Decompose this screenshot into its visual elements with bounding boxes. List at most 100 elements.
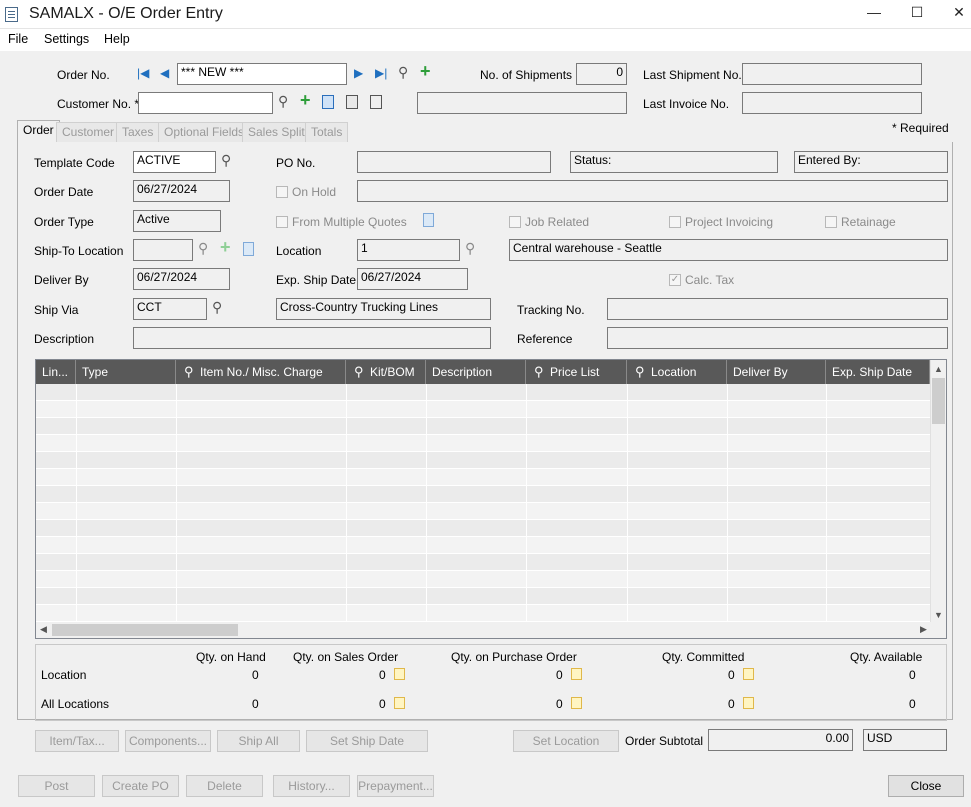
table-row[interactable] <box>36 435 930 452</box>
ship-via-search-icon[interactable]: ⚲ <box>212 300 222 314</box>
col-description[interactable]: Description <box>426 360 526 384</box>
scroll-down-icon[interactable]: ▼ <box>934 610 943 620</box>
customer-preview-icon[interactable] <box>370 95 382 109</box>
customer-info-icon[interactable] <box>322 95 334 109</box>
ship-via-input[interactable]: CCT <box>133 298 207 320</box>
table-row[interactable] <box>36 554 930 571</box>
on-hold-checkbox[interactable] <box>276 186 288 198</box>
create-po-button[interactable]: Create PO <box>102 775 179 797</box>
item-tax-button[interactable]: Item/Tax... <box>35 730 119 752</box>
price-list-search-icon: ⚲ <box>534 364 544 379</box>
window-title: SAMALX - O/E Order Entry <box>29 5 223 22</box>
scroll-thumb-vertical[interactable] <box>932 378 945 424</box>
exp-ship-input[interactable]: 06/27/2024 <box>357 268 468 290</box>
maximize-button[interactable]: ☐ <box>907 4 927 21</box>
sales-order-note-icon[interactable] <box>394 668 405 680</box>
reference-input[interactable] <box>607 327 948 349</box>
col-deliver-by[interactable]: Deliver By <box>727 360 826 384</box>
tab-customer[interactable]: Customer <box>56 122 121 142</box>
tab-taxes[interactable]: Taxes <box>116 122 160 142</box>
quotes-info-icon[interactable] <box>423 213 434 227</box>
ship-to-search-icon[interactable]: ⚲ <box>198 241 208 255</box>
location-search-icon[interactable]: ⚲ <box>465 241 475 255</box>
table-row[interactable] <box>36 486 930 503</box>
grid-horizontal-scrollbar[interactable]: ◀ ▶ <box>36 622 946 638</box>
all-purchase-order-note-icon[interactable] <box>571 697 582 709</box>
calc-tax-checkbox[interactable]: ✓ <box>669 274 681 286</box>
job-related-checkbox[interactable] <box>509 216 521 228</box>
template-code-input[interactable]: ACTIVE <box>133 151 216 173</box>
order-lines-grid[interactable]: Lin... Type Item No./ Misc. Charge Kit/B… <box>35 359 947 639</box>
new-order-icon[interactable]: + <box>420 62 431 80</box>
minimize-button[interactable]: — <box>864 4 884 20</box>
from-multiple-quotes-checkbox[interactable] <box>276 216 288 228</box>
order-date-input[interactable]: 06/27/2024 <box>133 180 230 202</box>
table-row[interactable] <box>36 503 930 520</box>
col-type[interactable]: Type <box>76 360 176 384</box>
table-row[interactable] <box>36 469 930 486</box>
scroll-left-icon[interactable]: ◀ <box>40 624 47 635</box>
table-row[interactable] <box>36 588 930 605</box>
tab-totals[interactable]: Totals <box>305 122 349 142</box>
table-row[interactable] <box>36 384 930 401</box>
location-input[interactable]: 1 <box>357 239 460 261</box>
history-button[interactable]: History... <box>273 775 350 797</box>
tracking-input[interactable] <box>607 298 948 320</box>
table-row[interactable] <box>36 537 930 554</box>
menu-settings[interactable]: Settings <box>44 32 89 46</box>
table-row[interactable] <box>36 571 930 588</box>
tab-sales-split[interactable]: Sales Split <box>242 122 311 142</box>
template-search-icon[interactable]: ⚲ <box>221 153 231 167</box>
menu-help[interactable]: Help <box>104 32 130 46</box>
table-row[interactable] <box>36 520 930 537</box>
ship-to-input[interactable] <box>133 239 193 261</box>
order-no-input[interactable]: *** NEW *** <box>177 63 347 85</box>
first-record-icon[interactable]: |◀ <box>137 66 149 80</box>
tab-optional-fields[interactable]: Optional Fields <box>158 122 251 142</box>
committed-note-icon[interactable] <box>743 668 754 680</box>
po-input[interactable] <box>357 151 551 173</box>
menu-file[interactable]: File <box>8 32 28 46</box>
scroll-up-icon[interactable]: ▲ <box>934 364 943 374</box>
customer-check-icon[interactable] <box>346 95 358 109</box>
last-record-icon[interactable]: ▶| <box>375 66 387 80</box>
description-input[interactable] <box>133 327 491 349</box>
project-invoicing-checkbox[interactable] <box>669 216 681 228</box>
new-customer-icon[interactable]: + <box>300 91 311 109</box>
components-button[interactable]: Components... <box>125 730 211 752</box>
tab-order[interactable]: Order <box>17 120 60 142</box>
next-record-icon[interactable]: ▶ <box>354 66 363 80</box>
previous-record-icon[interactable]: ◀ <box>160 66 169 80</box>
post-button[interactable]: Post <box>18 775 95 797</box>
customer-search-icon[interactable]: ⚲ <box>278 94 288 108</box>
purchase-order-note-icon[interactable] <box>571 668 582 680</box>
table-row[interactable] <box>36 605 930 622</box>
close-button[interactable]: Close <box>888 775 964 797</box>
new-ship-to-icon[interactable]: + <box>220 238 231 256</box>
qty-committed-header: Qty. Committed <box>662 650 745 664</box>
table-row[interactable] <box>36 418 930 435</box>
scroll-thumb-horizontal[interactable] <box>52 624 238 636</box>
table-row[interactable] <box>36 452 930 469</box>
ship-to-info-icon[interactable] <box>243 242 254 256</box>
set-ship-date-button[interactable]: Set Ship Date <box>306 730 428 752</box>
close-window-button[interactable]: ✕ <box>949 4 969 21</box>
set-location-button[interactable]: Set Location <box>513 730 619 752</box>
retainage-checkbox[interactable] <box>825 216 837 228</box>
prepayment-button[interactable]: Prepayment... <box>357 775 434 797</box>
all-sales-order-note-icon[interactable] <box>394 697 405 709</box>
scroll-right-icon[interactable]: ▶ <box>920 624 927 635</box>
customer-no-input[interactable] <box>138 92 273 114</box>
deliver-by-input[interactable]: 06/27/2024 <box>133 268 230 290</box>
order-search-icon[interactable]: ⚲ <box>398 65 408 79</box>
ship-all-button[interactable]: Ship All <box>217 730 300 752</box>
shipments-label: No. of Shipments <box>480 68 573 82</box>
table-row[interactable] <box>36 401 930 418</box>
order-type-select[interactable]: Active <box>133 210 221 232</box>
col-item-no[interactable]: Item No./ Misc. Charge <box>176 360 346 384</box>
delete-button[interactable]: Delete <box>186 775 263 797</box>
all-committed-note-icon[interactable] <box>743 697 754 709</box>
col-exp-ship-date[interactable]: Exp. Ship Date <box>826 360 930 384</box>
grid-vertical-scrollbar[interactable]: ▲ ▼ <box>930 360 946 624</box>
col-line[interactable]: Lin... <box>36 360 76 384</box>
